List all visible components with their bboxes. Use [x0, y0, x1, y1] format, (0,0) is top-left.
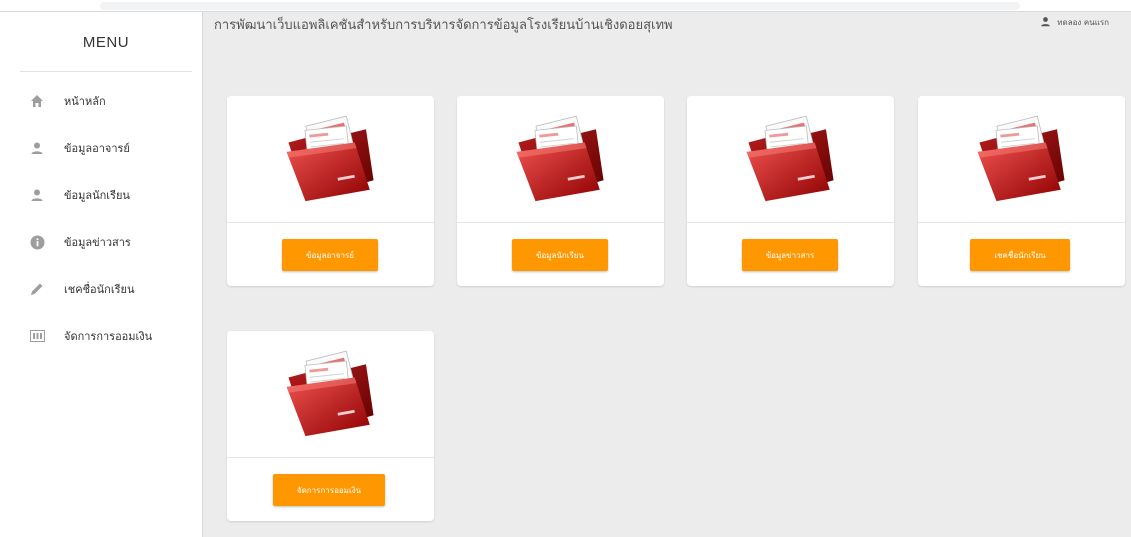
red-folder-icon	[279, 114, 383, 204]
red-folder-icon	[739, 114, 843, 204]
sidebar-item-home[interactable]: หน้าหลัก	[28, 86, 198, 116]
sidebar-item-attendance[interactable]: เชคชื่อนักเรียน	[28, 274, 198, 304]
card-image	[918, 96, 1125, 223]
sidebar-item-label: เชคชื่อนักเรียน	[64, 283, 135, 296]
info-icon	[28, 233, 46, 251]
card-students: ข้อมูลนักเรียน	[457, 96, 664, 286]
card-image	[227, 96, 434, 223]
news-button[interactable]: ข้อมูลข่าวสาร	[742, 239, 838, 271]
sidebar-item-label: ข้อมูลนักเรียน	[64, 189, 130, 202]
sidebar-item-label: ข้อมูลอาจารย์	[64, 142, 130, 155]
card-image	[687, 96, 894, 223]
savings-button[interactable]: จัดการการออมเงิน	[273, 474, 385, 506]
sidebar-title: MENU	[82, 34, 130, 51]
sidebar-item-students[interactable]: ข้อมูลนักเรียน	[28, 180, 198, 210]
card-attendance: เชคชื่อนักเรียน	[918, 96, 1125, 286]
user-icon	[1040, 16, 1051, 29]
sidebar-item-label: ข้อมูลข่าวสาร	[64, 236, 131, 249]
person-icon	[28, 139, 46, 157]
red-folder-icon	[970, 114, 1074, 204]
attendance-button[interactable]: เชคชื่อนักเรียน	[970, 239, 1070, 271]
sidebar-item-teachers[interactable]: ข้อมูลอาจารย์	[28, 133, 198, 163]
card-image	[227, 331, 434, 458]
card-teachers: ข้อมูลอาจารย์	[227, 96, 434, 286]
address-bar[interactable]	[100, 2, 1020, 10]
person-icon	[28, 186, 46, 204]
browser-address-strip	[0, 0, 1131, 12]
sidebar: MENU หน้าหลัก ข้อมูลอาจารย์ ข้อมูลนักเรี…	[0, 12, 203, 537]
sidebar-divider	[20, 71, 192, 72]
card-savings: จัดการการออมเงิน	[227, 331, 434, 521]
money-icon	[28, 327, 46, 345]
home-icon	[28, 92, 46, 110]
sidebar-item-savings[interactable]: จัดการการออมเงิน	[28, 321, 198, 351]
sidebar-item-label: จัดการการออมเงิน	[64, 330, 153, 343]
user-name: ทดลอง คนแรก	[1057, 18, 1109, 27]
red-folder-icon	[509, 114, 613, 204]
students-button[interactable]: ข้อมูลนักเรียน	[512, 239, 608, 271]
sidebar-item-news[interactable]: ข้อมูลข่าวสาร	[28, 227, 198, 257]
card-news: ข้อมูลข่าวสาร	[687, 96, 894, 286]
card-image	[457, 96, 664, 223]
user-account[interactable]: ทดลอง คนแรก	[1040, 16, 1109, 29]
page-title: การพัฒนาเว็บแอพลิเคชันสำหรับการบริหารจัด…	[214, 18, 673, 33]
red-folder-icon	[279, 349, 383, 439]
sidebar-item-label: หน้าหลัก	[64, 95, 106, 108]
pencil-icon	[28, 280, 46, 298]
teachers-button[interactable]: ข้อมูลอาจารย์	[282, 239, 378, 271]
